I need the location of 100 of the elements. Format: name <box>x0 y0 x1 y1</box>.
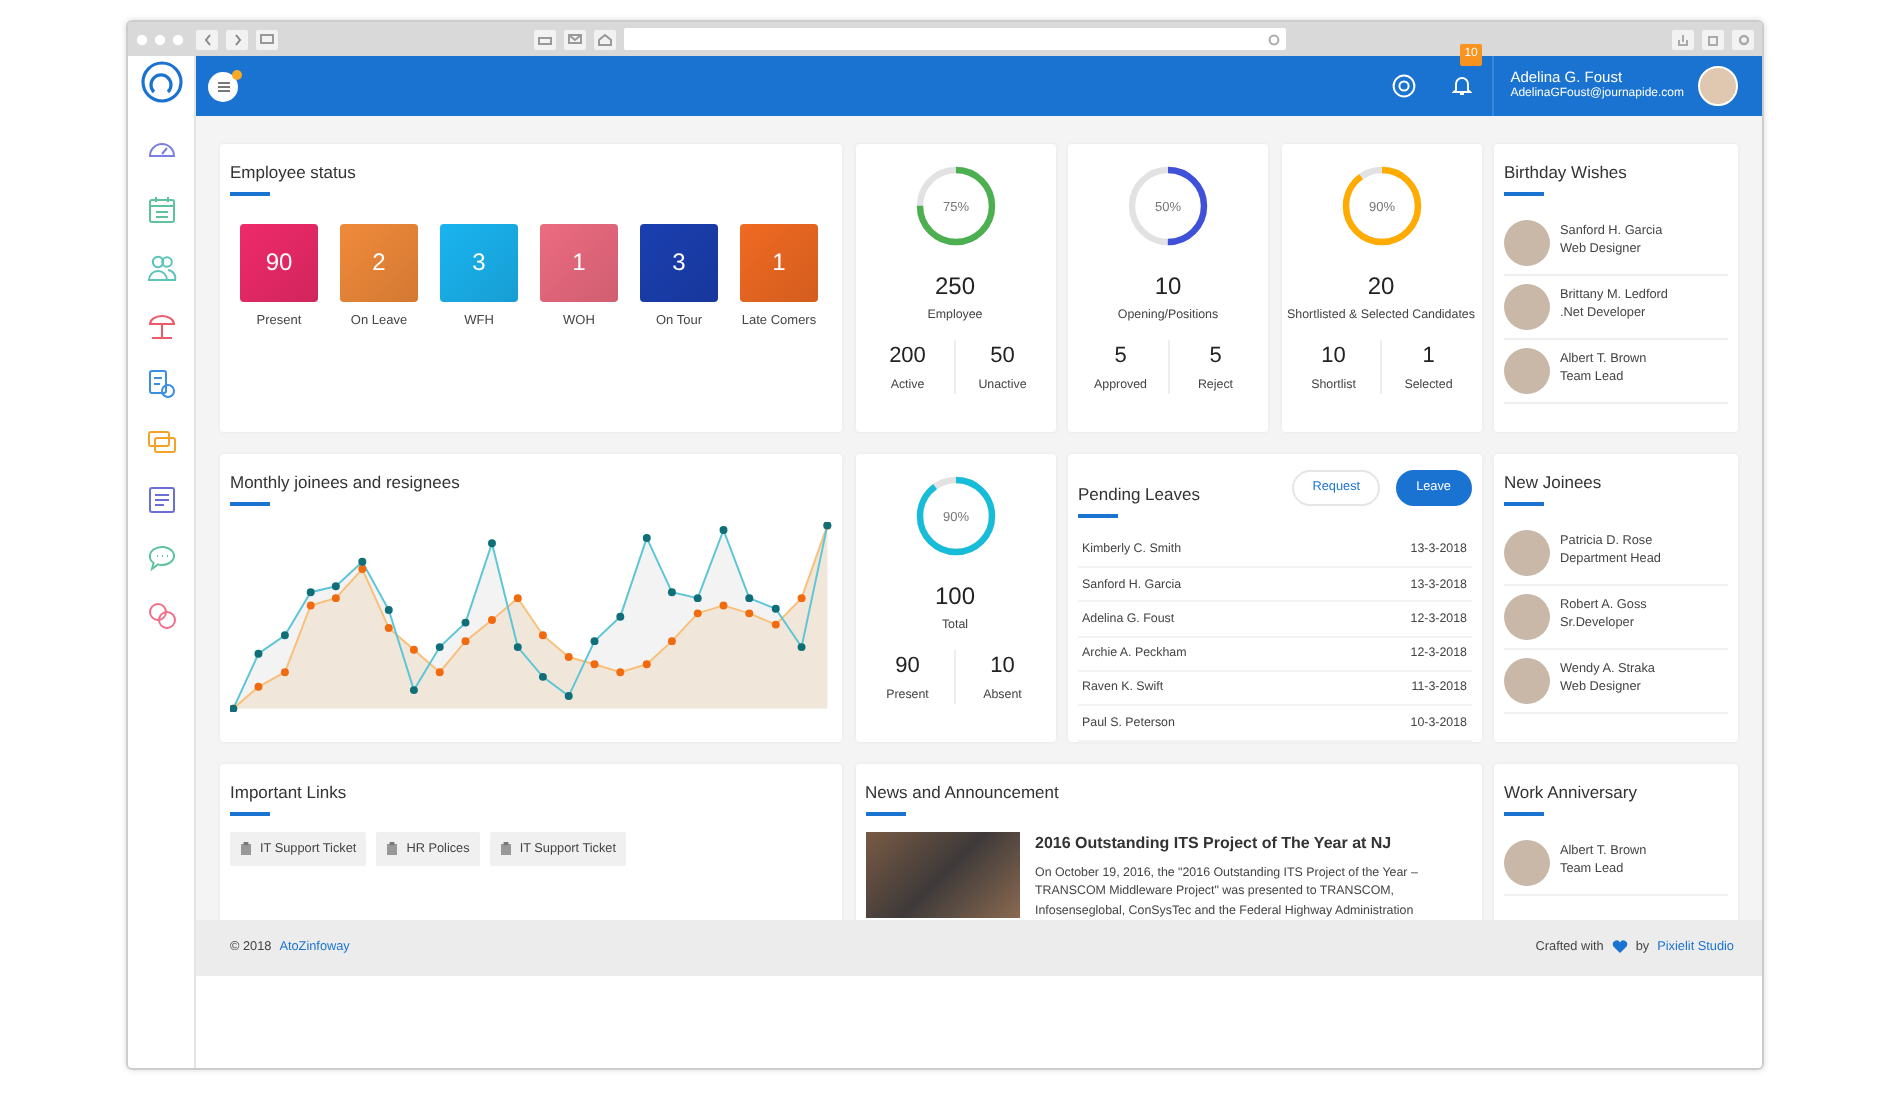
chart-point <box>797 593 806 602</box>
total-value: 100 <box>934 580 976 614</box>
clipboard-icon <box>240 842 252 857</box>
chart-point <box>564 691 573 700</box>
status-tile: 3 <box>440 223 518 302</box>
settings-button[interactable] <box>1732 29 1754 49</box>
notification-dot <box>232 69 242 79</box>
mail-button[interactable] <box>563 29 586 49</box>
window-dots-icon <box>136 33 188 45</box>
square-icon <box>1707 33 1719 45</box>
chart-point <box>564 652 573 661</box>
panel-icon <box>260 34 274 44</box>
card-title: Pending Leaves <box>1078 482 1200 508</box>
heart-icon <box>1611 940 1628 955</box>
home-button[interactable] <box>593 29 616 49</box>
chart-point <box>254 682 263 691</box>
chevron-right-icon <box>233 33 241 45</box>
chart-point <box>771 604 780 613</box>
card-title: Monthly joinees and resignees <box>230 470 462 496</box>
users-icon[interactable] <box>145 252 177 284</box>
chart-point <box>435 667 444 676</box>
money-document-icon[interactable] <box>145 368 177 400</box>
total-value: 20 <box>1367 270 1395 304</box>
user-avatar[interactable] <box>1698 66 1738 106</box>
printer-icon <box>537 33 552 45</box>
chart-point <box>693 593 702 602</box>
chart-point <box>461 618 470 627</box>
reload-icon[interactable] <box>1267 33 1280 45</box>
chart-point <box>461 636 470 645</box>
stat-value: 5 <box>1114 342 1127 373</box>
chart-point <box>306 600 315 609</box>
chevron-left-icon <box>203 33 211 45</box>
chat-icon[interactable] <box>145 542 177 574</box>
menu-button[interactable] <box>208 71 238 101</box>
card-title: Birthday Wishes <box>1504 160 1629 186</box>
chart-point <box>488 615 496 624</box>
chart-point <box>513 593 522 602</box>
status-tile: 1 <box>540 223 618 302</box>
logo-icon[interactable] <box>139 60 183 104</box>
status-tile: 3 <box>640 223 718 302</box>
avatar <box>1504 219 1550 266</box>
stat-value: 90 <box>895 652 920 683</box>
chart-point <box>384 605 393 614</box>
chart-point <box>331 581 340 590</box>
sidebar-toggle-button[interactable] <box>256 29 278 49</box>
avatar <box>1504 593 1550 640</box>
chart-point <box>693 608 702 617</box>
chart-point <box>435 642 444 651</box>
chart-point <box>280 630 289 639</box>
chart-point <box>538 630 547 639</box>
chart-point <box>616 667 625 676</box>
clipboard-icon <box>386 842 399 857</box>
print-button[interactable] <box>533 29 556 49</box>
chart-point <box>306 587 315 596</box>
card-title: Important Links <box>230 780 349 806</box>
chart-point <box>667 587 676 596</box>
avatar <box>1504 529 1550 576</box>
tabs-button[interactable] <box>1702 29 1724 49</box>
share-button[interactable] <box>1672 29 1694 49</box>
envelope-icon <box>567 34 582 44</box>
avatar <box>1504 283 1550 330</box>
chart-point <box>409 645 418 654</box>
chart-point <box>384 623 393 632</box>
chart-point <box>642 533 651 542</box>
people-icon[interactable] <box>145 600 177 632</box>
chart-point <box>513 642 522 651</box>
chart-point <box>745 608 754 617</box>
back-button[interactable] <box>196 29 218 49</box>
stat-value: 200 <box>889 342 926 373</box>
chart-point <box>642 659 651 668</box>
status-tile: 2 <box>340 223 418 302</box>
card-title: News and Announcement <box>865 780 1061 806</box>
chart-point <box>488 538 496 547</box>
card-title: Employee status <box>230 160 358 186</box>
bell-icon[interactable] <box>1452 74 1473 97</box>
umbrella-icon[interactable] <box>145 310 177 342</box>
forward-button[interactable] <box>226 29 248 49</box>
status-tile: 90 <box>240 223 318 302</box>
status-tile: 1 <box>740 223 818 302</box>
document-list-icon[interactable] <box>145 484 177 516</box>
support-icon[interactable] <box>1392 74 1417 98</box>
cards-icon[interactable] <box>145 426 177 458</box>
stat-value: 10 <box>1321 342 1346 373</box>
card-title: New Joinees <box>1504 470 1604 496</box>
chart-point <box>590 659 599 668</box>
chart-point <box>331 593 340 602</box>
avatar <box>1504 839 1550 886</box>
chart-point <box>616 612 625 621</box>
chart-point <box>771 620 780 629</box>
share-icon <box>1678 33 1688 45</box>
stat-value: 5 <box>1209 342 1222 373</box>
total-value: 10 <box>1154 270 1182 304</box>
news-headline[interactable]: 2016 Outstanding ITS Project of The Year at NJ <box>1035 831 1471 856</box>
chart-point <box>409 685 418 694</box>
chart-point <box>590 636 599 645</box>
chart-point <box>538 672 547 681</box>
calendar-icon[interactable] <box>145 194 177 226</box>
avatar <box>1504 657 1550 704</box>
chart-point <box>719 525 728 534</box>
settings-icon <box>1737 33 1749 45</box>
